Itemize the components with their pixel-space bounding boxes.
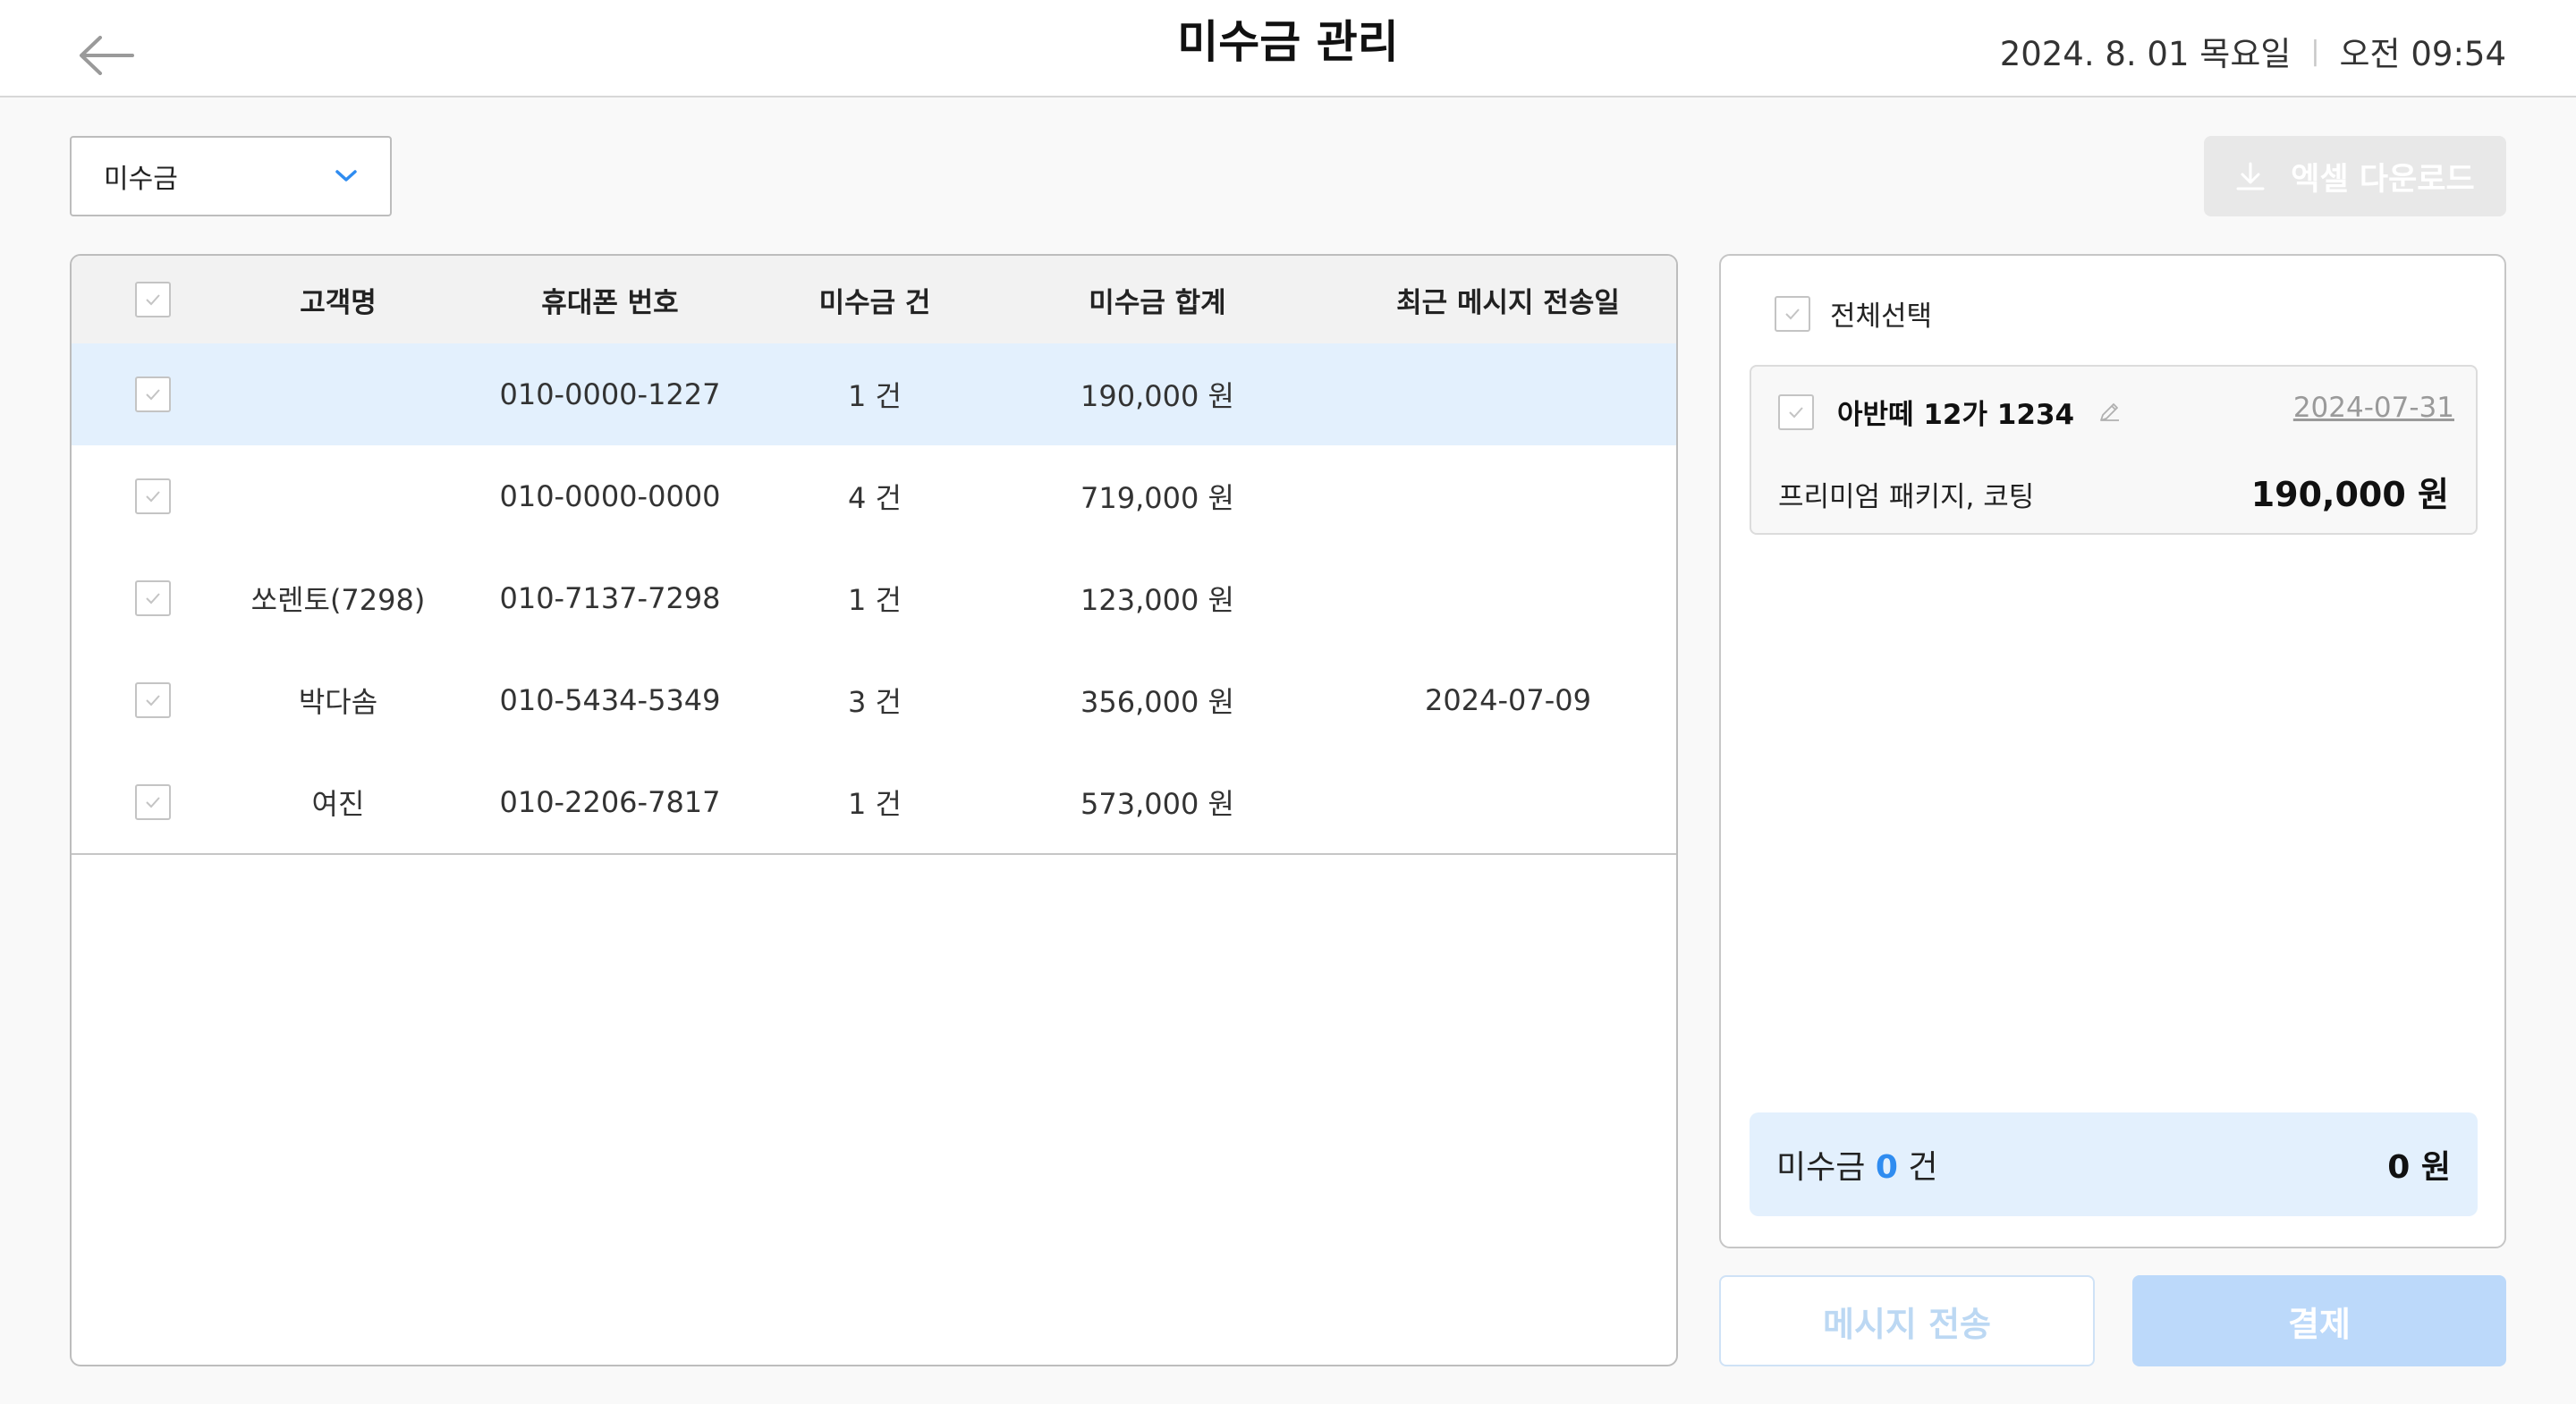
row-checkbox[interactable] [135, 376, 171, 412]
table-row[interactable]: 010-0000-0000 4 건 719,000 원 [72, 445, 1676, 549]
column-header-total: 미수금 합계 [1089, 286, 1226, 319]
summary-count-value: 0 [1875, 1149, 1898, 1186]
item-amount: 190,000 원 [2250, 475, 2449, 514]
phone-number: 010-2206-7817 [499, 785, 721, 819]
check-icon [146, 389, 160, 401]
item-checkbox[interactable] [1778, 393, 1814, 430]
check-icon [1785, 308, 1800, 319]
filter-selected-value: 미수금 [104, 164, 178, 195]
column-header-name: 고객명 [300, 286, 377, 319]
unpaid-total: 123,000 원 [1080, 583, 1234, 617]
vehicle-name: 아반떼 12가 1234 [1837, 399, 2075, 431]
current-time: 오전 09:54 [2339, 35, 2506, 73]
item-description: 프리미엄 패키지, 코팅 [1778, 481, 2035, 513]
unpaid-count: 1 건 [848, 787, 902, 821]
customer-name: 여진 [311, 787, 365, 821]
back-button[interactable] [79, 30, 141, 80]
customer-name: 박다솜 [298, 685, 378, 719]
excel-download-button[interactable]: 엑셀 다운로드 [2204, 136, 2506, 216]
select-all-label: 전체선택 [1830, 300, 1933, 333]
row-checkbox[interactable] [135, 478, 171, 514]
table-row[interactable]: 여진 010-2206-7817 1 건 573,000 원 [72, 751, 1676, 855]
summary-count-unit: 건 [1908, 1149, 1938, 1186]
customer-name: 쏘렌토(7298) [250, 583, 426, 617]
row-checkbox[interactable] [135, 580, 171, 616]
summary-total: 0 원 [2387, 1149, 2451, 1186]
check-icon [1789, 406, 1803, 418]
check-icon [146, 294, 160, 306]
arrow-left-icon [80, 36, 134, 75]
last-message-date: 2024-07-09 [1425, 683, 1591, 717]
unpaid-total: 190,000 원 [1080, 379, 1234, 413]
table-row[interactable]: 쏘렌토(7298) 010-7137-7298 1 건 123,000 원 [72, 547, 1676, 651]
receivables-table: 고객명 휴대폰 번호 미수금 건 미수금 합계 최근 메시지 전송일 010-0… [70, 254, 1678, 1366]
phone-number: 010-0000-0000 [499, 479, 721, 513]
summary-label: 미수금 [1776, 1149, 1866, 1186]
table-header: 고객명 휴대폰 번호 미수금 건 미수금 합계 최근 메시지 전송일 [72, 256, 1676, 345]
row-checkbox[interactable] [135, 682, 171, 718]
unpaid-total: 719,000 원 [1080, 481, 1234, 515]
unpaid-count: 3 건 [848, 685, 902, 719]
table-row[interactable]: 010-0000-1227 1 건 190,000 원 [72, 343, 1676, 447]
phone-number: 010-7137-7298 [499, 581, 721, 615]
column-header-phone: 휴대폰 번호 [541, 286, 679, 319]
check-icon [146, 797, 160, 808]
unpaid-count: 1 건 [848, 583, 902, 617]
datetime: 2024. 8. 01 목요일 | 오전 09:54 [2000, 27, 2506, 75]
phone-number: 010-0000-1227 [499, 377, 721, 411]
header-checkbox[interactable] [135, 282, 171, 317]
select-all-checkbox[interactable] [1775, 295, 1810, 332]
phone-number: 010-5434-5349 [499, 683, 721, 717]
check-icon [146, 695, 160, 706]
column-header-last-message: 최근 메시지 전송일 [1396, 286, 1620, 319]
item-date-link[interactable]: 2024-07-31 [2293, 392, 2454, 424]
unpaid-total: 573,000 원 [1080, 787, 1234, 821]
unpaid-count: 1 건 [848, 379, 902, 413]
send-message-button[interactable]: 메시지 전송 [1719, 1275, 2095, 1366]
detail-panel: 전체선택 아반떼 12가 1234 2024-07-31 프리미엄 패키지, 코… [1719, 254, 2506, 1248]
column-header-count: 미수금 건 [818, 286, 931, 319]
table-row[interactable]: 박다솜 010-5434-5349 3 건 356,000 원 2024-07-… [72, 649, 1676, 753]
excel-download-label: 엑셀 다운로드 [2291, 161, 2475, 198]
download-icon [2236, 162, 2265, 190]
datetime-separator: | [2310, 35, 2320, 67]
pay-button[interactable]: 결제 [2132, 1275, 2506, 1366]
chevron-down-icon [335, 170, 357, 182]
current-date: 2024. 8. 01 목요일 [1999, 35, 2292, 73]
select-all[interactable]: 전체선택 [1775, 293, 1932, 334]
check-icon [146, 491, 160, 503]
receivable-item-card[interactable]: 아반떼 12가 1234 2024-07-31 프리미엄 패키지, 코팅 190… [1750, 365, 2478, 535]
check-icon [146, 593, 160, 605]
unpaid-total: 356,000 원 [1080, 685, 1234, 719]
summary-count: 미수금 0 건 [1776, 1141, 1937, 1188]
pencil-icon[interactable] [2097, 401, 2121, 424]
unpaid-count: 4 건 [848, 481, 902, 515]
summary-bar: 미수금 0 건 0 원 [1750, 1112, 2478, 1216]
filter-dropdown[interactable]: 미수금 [70, 136, 392, 216]
row-checkbox[interactable] [135, 784, 171, 820]
